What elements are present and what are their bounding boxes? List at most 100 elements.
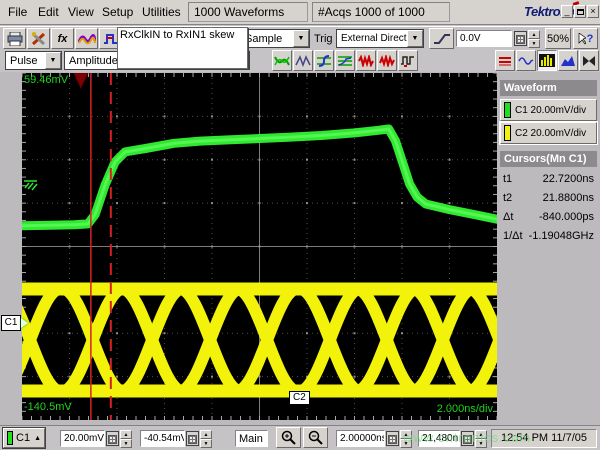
oscilloscope-app-window: File Edit View Setup Utilities Help 1000… <box>0 0 600 450</box>
chevron-down-icon[interactable]: ▼ <box>293 30 309 47</box>
outline-eye-icon <box>295 55 311 67</box>
c1-reference-marker[interactable]: C1 <box>1 315 28 332</box>
cursors-toggle-button[interactable] <box>495 50 515 71</box>
set-fifty-percent-button[interactable]: 50% <box>545 28 571 49</box>
waveform-display-button[interactable] <box>75 28 98 49</box>
eye-outline-button[interactable] <box>293 50 313 71</box>
density-view-button[interactable] <box>558 50 578 71</box>
menu-utilities[interactable]: Utilities <box>134 0 189 24</box>
mask-view-button[interactable] <box>579 50 599 71</box>
step-down-button[interactable]: ▼ <box>475 439 487 448</box>
c1-top-readout: 59.46mV <box>24 74 68 86</box>
trig-label: Trig <box>314 33 333 45</box>
cursor-label: 1/Δt <box>503 230 523 242</box>
step-up-button[interactable]: ▲ <box>475 430 487 439</box>
horizontal-position-field[interactable]: 21,480n <box>418 430 460 447</box>
trigger-level-field[interactable]: 0.0V <box>456 30 512 47</box>
measure-category-select[interactable]: Pulse ▼ <box>5 51 62 70</box>
waveform-graticule[interactable]: 59.46mV -140.5mV C2 2.000ns/div <box>22 73 497 420</box>
waveform-canvas[interactable] <box>22 73 497 420</box>
cursor-label: t1 <box>503 173 512 185</box>
acquisition-mode-value: Sample <box>241 33 293 45</box>
step-up-button[interactable]: ▲ <box>120 430 132 439</box>
histogram-view-button[interactable] <box>537 50 557 71</box>
trigger-source-select[interactable]: External Direct ▼ <box>336 29 424 48</box>
chevron-up-icon: ▲ <box>34 435 41 442</box>
cursor-arrow-icon <box>578 33 586 45</box>
chevron-down-icon[interactable]: ▼ <box>407 30 423 47</box>
vertical-scale-keypad-button[interactable] <box>106 431 119 446</box>
vertical-position-field[interactable]: -40.54mV <box>140 430 185 447</box>
print-button[interactable] <box>3 28 26 49</box>
c2-bottom-readout: -140.5mV <box>24 401 72 413</box>
active-channel-button[interactable]: C1 ▲ <box>3 428 45 448</box>
step-down-button[interactable]: ▼ <box>200 439 212 448</box>
channel-c1-button[interactable]: C1 20.00mV/div <box>500 99 597 121</box>
context-help-button[interactable]: ? <box>573 28 598 49</box>
c1-marker-arrow-icon <box>21 318 28 328</box>
active-channel-label: C1 <box>16 432 30 444</box>
cursor-row-inv-dt: 1/Δt -1.19048GHz <box>500 228 596 246</box>
timebase-view-field[interactable]: Main <box>235 430 268 447</box>
cursor-value: -840.000ps <box>539 211 594 223</box>
red-burst2-icon <box>379 55 395 67</box>
math-function-button[interactable]: fx <box>51 28 74 49</box>
vertical-position-stepper: ▲ ▼ <box>200 430 212 448</box>
channel-c2-button[interactable]: C2 20.00mV/div <box>500 122 597 144</box>
setup-tools-button[interactable] <box>27 28 50 49</box>
fx-icon: fx <box>58 33 68 45</box>
jitter-measure-button[interactable] <box>377 50 397 71</box>
eye-measure-button[interactable] <box>272 50 292 71</box>
display-area: 59.46mV -140.5mV C2 2.000ns/div C1 Wavef… <box>0 72 600 425</box>
cursor-value: 22.7200ns <box>543 173 594 185</box>
clock-readout: 12:54 PM 11/7/05 <box>491 429 597 448</box>
timebase-scale-field[interactable]: 2.00000ns <box>336 430 385 447</box>
keypad-icon <box>188 435 197 444</box>
horizontal-position-keypad-button[interactable] <box>461 431 474 446</box>
cursor-row-t1: t1 22.7200ns <box>500 171 596 189</box>
trigger-level-keypad-button[interactable] <box>514 31 527 46</box>
edge-measure-button[interactable] <box>314 50 334 71</box>
acquisition-mode-select[interactable]: Sample ▼ <box>240 29 310 48</box>
edge-icon <box>316 55 332 67</box>
keypad-icon <box>388 435 397 444</box>
zoom-out-button[interactable] <box>303 427 328 448</box>
acquisitions-readout: #Acqs 1000 of 1000 <box>312 2 450 22</box>
cursor-value: -1.19048GHz <box>529 230 594 242</box>
toolbar-measure: Pulse ▼ Amplitude <box>0 49 600 72</box>
close-button[interactable]: × <box>587 5 599 18</box>
pulse-train-icon <box>400 54 416 67</box>
levels-measure-button[interactable] <box>335 50 355 71</box>
pulse-train-button[interactable] <box>398 50 418 71</box>
waveform-count-readout: 1000 Waveforms <box>188 2 308 22</box>
step-down-button[interactable]: ▼ <box>528 39 540 48</box>
keypad-icon <box>108 435 117 444</box>
waveform-view-button[interactable] <box>516 50 536 71</box>
keypad-icon <box>516 35 525 44</box>
tools-icon <box>31 32 47 46</box>
c1-marker-label: C1 <box>1 315 21 331</box>
vertical-scale-stepper: ▲ ▼ <box>120 430 132 448</box>
restore-button[interactable] <box>574 5 586 18</box>
area-icon <box>560 55 576 67</box>
cursor-row-dt: Δt -840.000ps <box>500 209 596 227</box>
zoom-in-button[interactable] <box>276 427 301 448</box>
step-up-button[interactable]: ▲ <box>200 430 212 439</box>
readout-panel: Waveform C1 20.00mV/div C2 20.00mV/div C… <box>497 72 600 425</box>
trigger-slope-button[interactable] <box>429 28 454 49</box>
step-down-button[interactable]: ▼ <box>400 439 412 448</box>
red-burst-icon <box>358 55 374 67</box>
step-up-button[interactable]: ▲ <box>400 430 412 439</box>
timebase-keypad-button[interactable] <box>386 431 399 446</box>
cursor-row-t2: t2 21.8800ns <box>500 190 596 208</box>
toolbar-main: fx Sample ▼ Trig External Direct ▼ <box>0 26 600 49</box>
step-down-button[interactable]: ▼ <box>120 439 132 448</box>
minimize-button[interactable]: _ <box>561 5 573 18</box>
vertical-position-keypad-button[interactable] <box>186 431 199 446</box>
noise-measure-button[interactable] <box>356 50 376 71</box>
chevron-down-icon[interactable]: ▼ <box>45 52 61 69</box>
menubar: File Edit View Setup Utilities Help 1000… <box>0 0 600 25</box>
step-up-button[interactable]: ▲ <box>528 30 540 39</box>
vertical-scale-field[interactable]: 20.00mV/ <box>60 430 105 447</box>
c2-trace-badge[interactable]: C2 <box>289 391 310 405</box>
